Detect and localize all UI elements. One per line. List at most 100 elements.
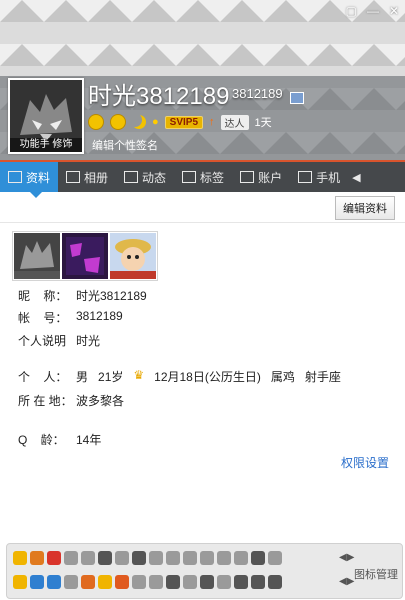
crown-icon: ♛ — [133, 368, 145, 382]
gem-icon[interactable] — [217, 551, 231, 565]
photo-thumb[interactable] — [14, 233, 60, 279]
tab-pointer — [30, 192, 42, 198]
daren-badge[interactable]: 达人 — [220, 114, 249, 130]
qage-value: 14年 — [76, 433, 102, 447]
location-row: 所 在 地： 波多黎各 — [18, 392, 124, 409]
tab-account[interactable]: 账户 — [232, 162, 290, 192]
phone-icon — [298, 171, 313, 183]
location-label: 所 在 地： — [18, 394, 73, 408]
mail-icon[interactable] — [149, 551, 163, 565]
status-row: ● SVIP5 ↑ 达人 1天 — [88, 114, 272, 130]
account-label: 帐 号： — [18, 311, 68, 325]
nickname-row: 昵 称： 时光3812189 — [18, 287, 147, 304]
header-qq-number: 3812189 — [232, 86, 283, 101]
avatar[interactable]: 功能手 修饰 — [8, 78, 84, 154]
purple-art-photo-icon — [66, 237, 104, 275]
profile-header: ▢ — ✕ 功能手 修饰 时光3812189 3812189 ● SVIP5 ↑… — [0, 0, 405, 160]
tab-phone[interactable]: 手机 — [290, 162, 348, 192]
avatar-label: 功能手 修饰 — [10, 138, 82, 152]
location-value: 波多黎各 — [76, 394, 125, 408]
signature-edit[interactable]: 编辑个性签名 — [92, 137, 158, 153]
icon-row-2-scroll-icon[interactable]: ◀▶ — [339, 576, 354, 587]
tab-scroll-left-icon[interactable]: ◀ — [348, 171, 364, 184]
icon-panel: ◀▶ ◀▶ 图标管理 — [6, 543, 403, 599]
diamond-icon[interactable] — [268, 551, 282, 565]
daren-days: 1天 — [254, 117, 272, 129]
tab-label: 相册 — [84, 170, 109, 185]
photo-thumb[interactable] — [62, 233, 108, 279]
text-icon[interactable] — [149, 575, 163, 589]
divider — [0, 222, 405, 223]
photo-thumb[interactable] — [110, 233, 156, 279]
location-icon[interactable] — [217, 575, 231, 589]
list-icon — [124, 171, 139, 183]
gender-value: 男 — [76, 370, 89, 384]
search-icon[interactable] — [81, 575, 95, 589]
photo-cam-icon[interactable] — [30, 575, 44, 589]
security-icon[interactable] — [47, 575, 61, 589]
tab-feed[interactable]: 动态 — [116, 162, 174, 192]
star-icon[interactable] — [234, 551, 248, 565]
tab-label: 动态 — [142, 170, 167, 185]
close-icon[interactable]: ✕ — [389, 4, 399, 18]
music-icon[interactable] — [115, 551, 129, 565]
qq-penguin-icon[interactable] — [13, 551, 27, 565]
heart-icon-2[interactable] — [81, 551, 95, 565]
profile-card-icon — [8, 171, 22, 183]
person-row: 个 人： 男 21岁 ♛ 12月18日(公历生日) 属鸡 射手座 — [18, 368, 341, 385]
permission-settings-link[interactable]: 权限设置 — [341, 454, 389, 471]
icon-row-1-scroll-icon[interactable]: ◀▶ — [339, 552, 354, 563]
desc-row: 个人说明 时光 — [18, 332, 100, 349]
qage-row: Q 龄： 14年 — [18, 431, 101, 448]
edit-profile-button[interactable]: 编辑资料 — [335, 196, 395, 220]
tab-label: 标签 — [200, 170, 225, 185]
icon-manage-link[interactable]: 图标管理 — [354, 566, 398, 582]
tab-label: 账户 — [258, 170, 283, 185]
video-icon[interactable] — [200, 575, 214, 589]
game-icon[interactable] — [30, 551, 44, 565]
moon-icon[interactable] — [132, 115, 146, 129]
smile-icon-2[interactable] — [110, 114, 126, 130]
heart-dark-icon[interactable] — [251, 551, 265, 565]
tab-profile[interactable]: 资料 — [0, 162, 59, 192]
smile-icon[interactable] — [88, 114, 104, 130]
tab-tags[interactable]: 标签 — [174, 162, 232, 192]
card-icon[interactable] — [290, 92, 304, 104]
svip-badge[interactable]: SVIP5 — [164, 115, 204, 129]
tencent-icon[interactable] — [98, 575, 112, 589]
space-icon[interactable] — [166, 551, 180, 565]
email-icon[interactable] — [64, 575, 78, 589]
tab-bar: 资料 相册 动态 标签 账户 手机 ◀ — [0, 160, 405, 192]
icon-row-2 — [13, 575, 282, 589]
person-label: 个 人： — [18, 370, 68, 384]
grad-cap-icon[interactable] — [166, 575, 180, 589]
app-icon[interactable] — [132, 575, 146, 589]
disc-icon[interactable] — [183, 575, 197, 589]
chat-icon[interactable] — [183, 551, 197, 565]
penguin-icon: ● — [152, 116, 159, 128]
tab-label: 资料 — [26, 170, 51, 185]
header-nickname: 时光3812189 — [88, 83, 230, 110]
birthday-value: 12月18日(公历生日) — [154, 370, 261, 384]
game-pad-icon[interactable] — [132, 551, 146, 565]
shield-icon[interactable] — [98, 551, 112, 565]
tab-label: 手机 — [316, 170, 341, 185]
cartoon-photo-icon — [110, 239, 156, 279]
desc-value: 时光 — [76, 334, 101, 348]
tab-album[interactable]: 相册 — [58, 162, 116, 192]
wallet-icon — [240, 171, 255, 183]
pet-icon[interactable] — [47, 551, 61, 565]
minimize-icon[interactable]: — — [367, 4, 379, 18]
window-controls: ▢ — ✕ — [346, 4, 399, 18]
camera-icon[interactable] — [234, 575, 248, 589]
age-value: 21岁 — [98, 370, 124, 384]
photo-strip — [12, 231, 158, 281]
vip-crown-icon[interactable] — [13, 575, 27, 589]
heart-icon[interactable] — [64, 551, 78, 565]
rank-shield-icon[interactable] — [115, 575, 129, 589]
eye-icon[interactable] — [251, 575, 265, 589]
chat-icon-2[interactable] — [200, 551, 214, 565]
skin-icon[interactable]: ▢ — [346, 4, 357, 18]
account-value: 3812189 — [76, 309, 123, 323]
paw-icon[interactable] — [268, 575, 282, 589]
